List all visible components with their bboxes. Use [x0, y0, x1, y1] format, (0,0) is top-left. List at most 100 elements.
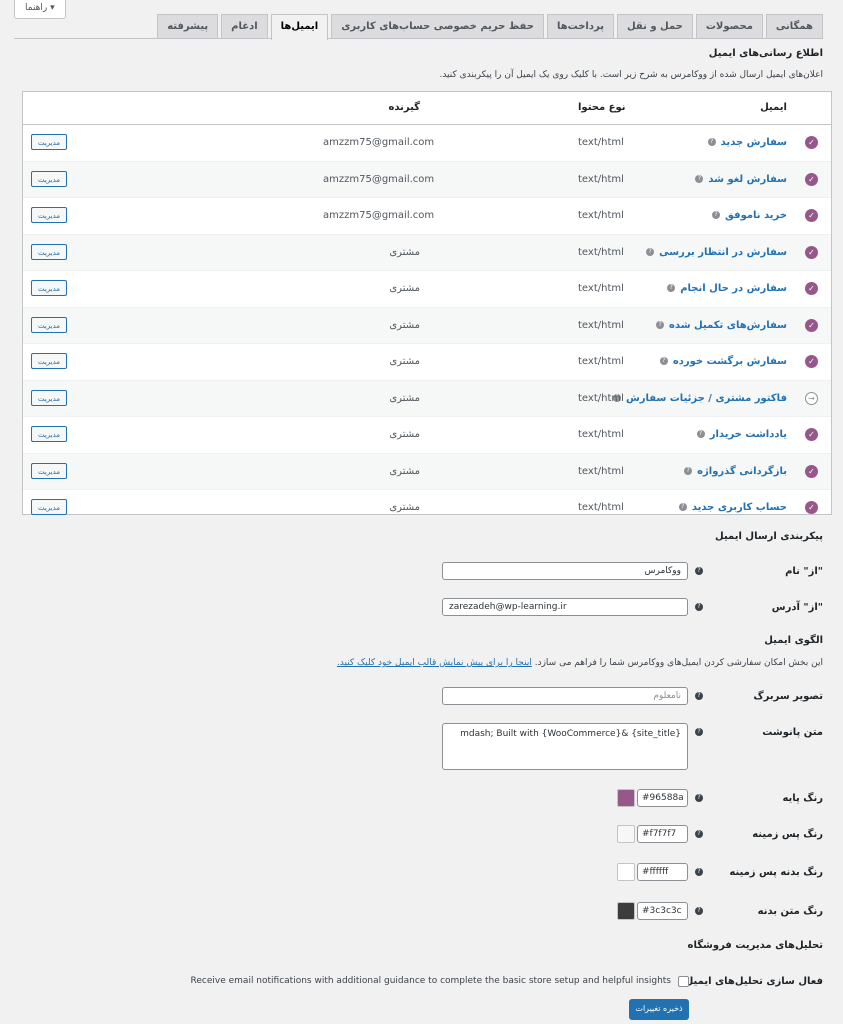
enabled-check-icon: ✓ [805, 282, 818, 295]
from-name-input[interactable]: ووکامرس [442, 562, 688, 580]
email-name-link[interactable]: بازگردانی گذرواژه [697, 466, 787, 477]
email-name-cell: سفارش لغو شد? [695, 162, 787, 197]
content-type-cell: text/html [578, 356, 624, 367]
help-icon: ? [696, 430, 705, 438]
recipient-cell: مشتری [389, 465, 420, 477]
enabled-check-icon: ✓ [805, 501, 818, 514]
recipient-cell: مشتری [389, 502, 420, 513]
email-name-cell: بازگردانی گذرواژه? [684, 454, 787, 489]
tab-emails[interactable]: ایمیل‌ها [270, 14, 329, 40]
email-name-link[interactable]: سفارش در حال انجام [680, 283, 787, 294]
manage-button[interactable]: مدیریت [31, 316, 67, 333]
email-name-link[interactable]: فاکتور مشتری / جزئیات سفارش [626, 393, 787, 404]
sender-title: پیکربندی ارسال ایمیل [715, 531, 823, 542]
manage-button[interactable]: مدیریت [31, 280, 67, 296]
from-name-label: "از" نام [785, 566, 823, 577]
bg-color-swatch[interactable] [617, 825, 635, 843]
body-text-color-label: رنگ متن بدنه [757, 906, 823, 917]
manage-button[interactable]: مدیریت [31, 207, 67, 223]
tab-advanced[interactable]: پیشرفته [157, 14, 219, 38]
manage-button[interactable]: مدیریت [31, 170, 67, 187]
help-icon: ? [684, 466, 693, 475]
recipient-cell: amzzm75@gmail.com [323, 210, 435, 221]
body-bg-color-input[interactable]: #ffffff [637, 863, 688, 881]
tab-privacy[interactable]: حفظ حریم خصوصی حساب‌های کاربری [331, 14, 544, 38]
header-content-type: نوع محتوا [578, 102, 626, 113]
body-bg-color-swatch[interactable] [617, 863, 635, 881]
base-color-label: رنگ پایه [782, 793, 823, 804]
tab-payments[interactable]: پرداخت‌ها [546, 14, 614, 38]
email-notifications-table: ایمیل نوع محتوا گیرنده ✓ سفارش جدید? text/… [22, 91, 832, 527]
table-row: ✓ سفارش در انتظار بررسی? text/html مشتری مدی… [23, 234, 831, 271]
enabled-check-icon: ✓ [805, 464, 818, 478]
tab-general[interactable]: همگانی [765, 14, 823, 38]
help-icon: ? [712, 211, 721, 219]
content-type-cell: text/html [578, 246, 624, 258]
email-name-cell: سفارش برگشت خورده? [659, 344, 787, 379]
email-name-link[interactable]: خرید ناموفق [725, 210, 787, 221]
help-icon: ? [646, 247, 655, 256]
email-name-cell: خرید ناموفق? [712, 198, 787, 233]
help-icon: ? [695, 567, 703, 575]
header-image-input[interactable]: نامعلوم [442, 687, 688, 705]
body-bg-color-label: رنگ بدنه پس زمینه [729, 867, 823, 878]
save-changes-button[interactable]: ذخیره تغییرات [629, 999, 689, 1020]
email-insights-checkbox[interactable] [678, 976, 689, 987]
manage-button[interactable]: مدیریت [31, 243, 67, 260]
manage-button[interactable]: مدیریت [31, 462, 67, 479]
help-icon: ? [656, 320, 665, 329]
template-description: این بخش امکان سفارشی کردن ایمیل‌های ووکا… [337, 658, 823, 668]
table-row: ✓ سفارش لغو شد? text/html amzzm75@gmail.com… [23, 161, 831, 198]
help-icon: ? [695, 728, 703, 736]
from-address-input[interactable]: zarezadeh@wp-learning.ir [442, 598, 688, 616]
header-image-label: تصویر سربرگ [753, 691, 823, 702]
content-type-cell: text/html [578, 429, 624, 440]
enabled-check-icon: ✓ [805, 318, 818, 332]
email-insights-description: Receive email notifications with additio… [190, 976, 671, 986]
table-row: ✓ یادداشت خریدار? text/html مشتری مدیریت [23, 417, 831, 454]
tab-products[interactable]: محصولات [695, 14, 763, 38]
manage-button[interactable]: مدیریت [31, 353, 67, 369]
manage-button[interactable]: مدیریت [31, 134, 67, 150]
footer-text-label: متن پانوشت [762, 727, 823, 738]
body-text-color-input[interactable]: #3c3c3c [637, 902, 688, 920]
email-name-link[interactable]: سفارش برگشت خورده [673, 356, 787, 367]
content-type-cell: text/html [578, 210, 624, 221]
content-type-cell: text/html [578, 137, 624, 148]
enabled-check-icon: ✓ [805, 209, 818, 222]
table-row: ✓ بازگردانی گذرواژه? text/html مشتری مدیریت [23, 453, 831, 490]
recipient-cell: مشتری [389, 319, 420, 331]
header-email: ایمیل [760, 102, 787, 113]
preview-template-link[interactable]: اینجا را برای پیش نمایش قالب ایمیل خود ک… [337, 658, 532, 668]
content-type-cell: text/html [578, 173, 624, 185]
recipient-cell: مشتری [389, 246, 420, 258]
email-name-cell: سفارش‌های تکمیل شده? [656, 308, 787, 343]
email-name-link[interactable]: سفارش لغو شد [708, 174, 787, 185]
settings-tabs: همگانی محصولات حمل و نقل پرداخت‌ها حفظ ح… [14, 14, 823, 40]
footer-text-textarea[interactable]: mdash; Built with {WooCommerce}& {site_t… [442, 723, 688, 770]
email-name-link[interactable]: سفارش در انتظار بررسی [659, 247, 787, 258]
table-row: ✓ سفارش در حال انجام? text/html مشتری مدیریت [23, 271, 831, 308]
table-row: ✓ سفارش جدید? text/html amzzm75@gmail.com مد… [23, 125, 831, 162]
recipient-cell: مشتری [389, 429, 420, 440]
help-icon: ? [659, 357, 668, 365]
enabled-check-icon: ✓ [805, 136, 818, 149]
tab-integration[interactable]: ادغام [221, 14, 268, 38]
table-row: ✓ خرید ناموفق? text/html amzzm75@gmail.com م… [23, 198, 831, 235]
bg-color-input[interactable]: #f7f7f7 [637, 825, 688, 843]
body-text-color-swatch[interactable] [617, 902, 635, 920]
manual-arrow-icon: → [805, 391, 818, 405]
manage-button[interactable]: مدیریت [31, 499, 67, 515]
email-name-link[interactable]: سفارش‌های تکمیل شده [669, 320, 787, 331]
base-color-swatch[interactable] [617, 789, 635, 807]
table-row: → فاکتور مشتری / جزئیات سفارش? text/html مش… [23, 380, 831, 417]
email-name-cell: سفارش در حال انجام? [667, 271, 787, 306]
manage-button[interactable]: مدیریت [31, 426, 67, 442]
recipient-cell: amzzm75@gmail.com [323, 137, 435, 148]
tab-shipping[interactable]: حمل و نقل [616, 14, 693, 38]
email-name-link[interactable]: یادداشت خریدار [710, 429, 787, 440]
email-name-link[interactable]: سفارش جدید [721, 137, 787, 148]
email-name-link[interactable]: حساب کاربری جدید [692, 502, 787, 513]
manage-button[interactable]: مدیریت [31, 389, 67, 406]
base-color-input[interactable]: #96588a [637, 789, 688, 807]
